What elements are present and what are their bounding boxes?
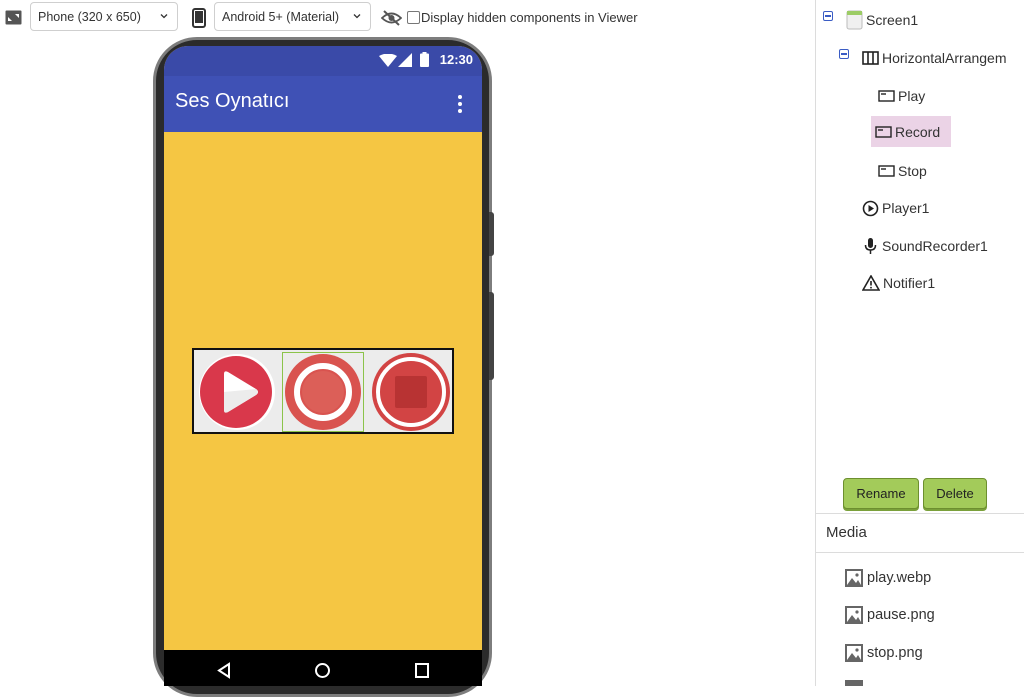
horizontal-arrangement[interactable] [192,348,454,434]
tree-item-label: Play [898,88,926,104]
tree-item-record[interactable]: Record [871,116,951,147]
tree-item-horizontal-arrangement[interactable]: HorizontalArrangem [858,45,1011,71]
collapse-toggle[interactable] [823,11,833,21]
collapse-toggle[interactable] [839,49,849,59]
play-icon [199,354,275,430]
tree-item-label: Notifier1 [883,275,936,291]
stop-icon [372,353,450,431]
media-header: Media [816,513,1024,553]
home-nav-icon[interactable] [314,662,331,679]
tree-item-label: HorizontalArrangem [882,50,1007,66]
status-bar: 12:30 [164,46,482,76]
navigation-bar [164,650,482,686]
microphone-icon [864,238,877,254]
theme-value: Android 5+ (Material) [222,9,340,24]
media-item-label: stop.png [867,645,923,661]
device-size-select[interactable]: Phone (320 x 650) [30,2,178,31]
tree-item-label: Player1 [882,200,930,216]
media-item[interactable]: pause.png [844,605,935,625]
stop-button[interactable] [370,352,452,432]
chevron-down-icon [353,14,361,19]
button-icon [875,125,892,138]
components-panel: Screen1 HorizontalArrangem Play Record S… [815,0,1024,686]
hidden-components-label: Display hidden components in Viewer [421,10,638,25]
media-item[interactable]: stop.png [844,643,923,663]
signal-icon [398,53,412,67]
tree-item-player1[interactable]: Player1 [858,195,933,221]
tree-item-label: Record [895,123,941,140]
back-nav-icon[interactable] [216,662,232,679]
wifi-icon [379,54,397,67]
hidden-components-checkbox[interactable] [407,11,420,24]
tree-item-label: Screen1 [866,12,919,28]
button-icon [878,90,895,102]
phone-screen: 12:30 Ses Oynatıcı [164,46,482,686]
button-icon [878,165,895,177]
fit-screen-icon[interactable] [5,10,22,25]
record-button[interactable] [282,352,364,432]
app-title: Ses Oynatıcı [175,90,290,112]
tree-item-notifier1[interactable]: Notifier1 [858,270,939,296]
media-item-label: pause.png [867,607,935,623]
phone-side-button [489,212,494,256]
horizontal-arrangement-icon [862,51,879,65]
play-button[interactable] [196,352,278,432]
app-bar: Ses Oynatıcı [164,76,482,132]
chevron-down-icon [160,14,168,19]
media-item-partial [845,680,863,686]
rename-button[interactable]: Rename [843,478,919,509]
image-icon [845,644,863,662]
tree-item-label: SoundRecorder1 [882,238,988,254]
image-icon [845,569,863,587]
battery-icon [420,52,429,67]
viewer-panel: Phone (320 x 650) Android 5+ (Material) … [0,0,815,697]
delete-button[interactable]: Delete [923,478,987,509]
image-icon [845,606,863,624]
phone-device-icon[interactable] [192,8,206,28]
phone-side-button [489,292,494,380]
media-item[interactable]: play.webp [844,568,931,588]
device-size-value: Phone (320 x 650) [38,9,141,24]
tree-item-stop[interactable]: Stop [874,158,931,184]
theme-select[interactable]: Android 5+ (Material) [214,2,371,31]
tree-item-screen1[interactable]: Screen1 [842,7,922,33]
recents-nav-icon[interactable] [414,662,430,679]
warning-icon [862,275,880,291]
tree-item-play[interactable]: Play [874,83,929,109]
overflow-menu-icon[interactable] [456,94,464,114]
tree-item-soundrecorder1[interactable]: SoundRecorder1 [858,233,992,259]
media-item-label: play.webp [867,570,932,586]
screen-icon [846,10,863,30]
status-time: 12:30 [439,52,473,67]
eye-off-icon[interactable] [381,10,402,26]
tree-item-label: Stop [898,163,927,179]
record-icon [285,354,361,430]
player-icon [862,200,879,216]
